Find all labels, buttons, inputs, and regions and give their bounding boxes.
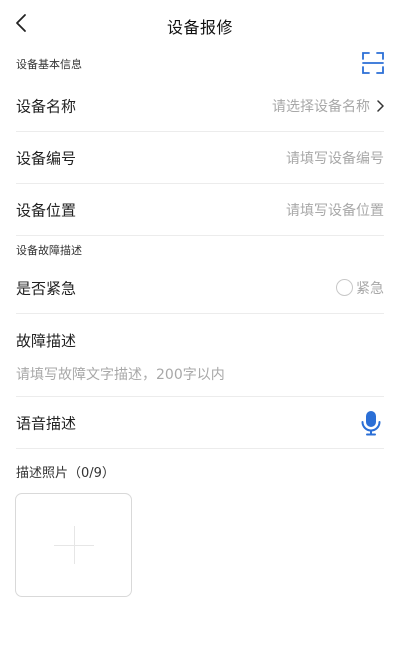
device-name-row[interactable]: 设备名称 请选择设备名称 (16, 80, 384, 132)
device-location-row: 设备位置 请填写设备位置 (16, 184, 384, 236)
section-label-fault: 设备故障描述 (16, 244, 82, 257)
scan-button[interactable] (362, 52, 384, 74)
device-number-label: 设备编号 (16, 149, 77, 167)
add-photo-button[interactable] (15, 493, 132, 597)
urgent-row: 是否紧急 紧急 (16, 262, 384, 314)
voice-row: 语音描述 (16, 397, 384, 449)
device-location-label: 设备位置 (16, 201, 77, 219)
photos-label: 描述照片（0/9） (16, 466, 115, 481)
device-location-input[interactable]: 请填写设备位置 (286, 200, 384, 220)
top-bar: 设备报修 (0, 0, 400, 48)
chevron-right-icon (377, 99, 384, 112)
section-label-basic-info: 设备基本信息 (16, 58, 82, 71)
fault-description-input[interactable] (16, 363, 384, 387)
urgent-radio[interactable] (336, 279, 353, 296)
urgent-label: 是否紧急 (16, 279, 77, 297)
urgent-radio-option[interactable]: 紧急 (336, 278, 384, 298)
voice-label: 语音描述 (16, 414, 77, 432)
device-number-row: 设备编号 请填写设备编号 (16, 132, 384, 184)
device-name-placeholder: 请选择设备名称 (272, 98, 370, 115)
voice-record-button[interactable] (360, 410, 382, 436)
repair-form-page: 设备报修 设备基本信息 设备名称 请选择设备名称 设备编号 请填写设备编号 设备… (0, 0, 400, 660)
device-name-select[interactable]: 请选择设备名称 (272, 96, 384, 116)
page-title: 设备报修 (166, 18, 233, 37)
fault-description-label: 故障描述 (16, 332, 77, 350)
scan-icon (362, 52, 384, 74)
device-name-label: 设备名称 (16, 97, 77, 115)
fault-description-block: 故障描述 (16, 313, 384, 397)
device-number-input[interactable]: 请填写设备编号 (286, 148, 384, 168)
urgent-option-label: 紧急 (356, 280, 384, 297)
microphone-icon (361, 410, 381, 435)
